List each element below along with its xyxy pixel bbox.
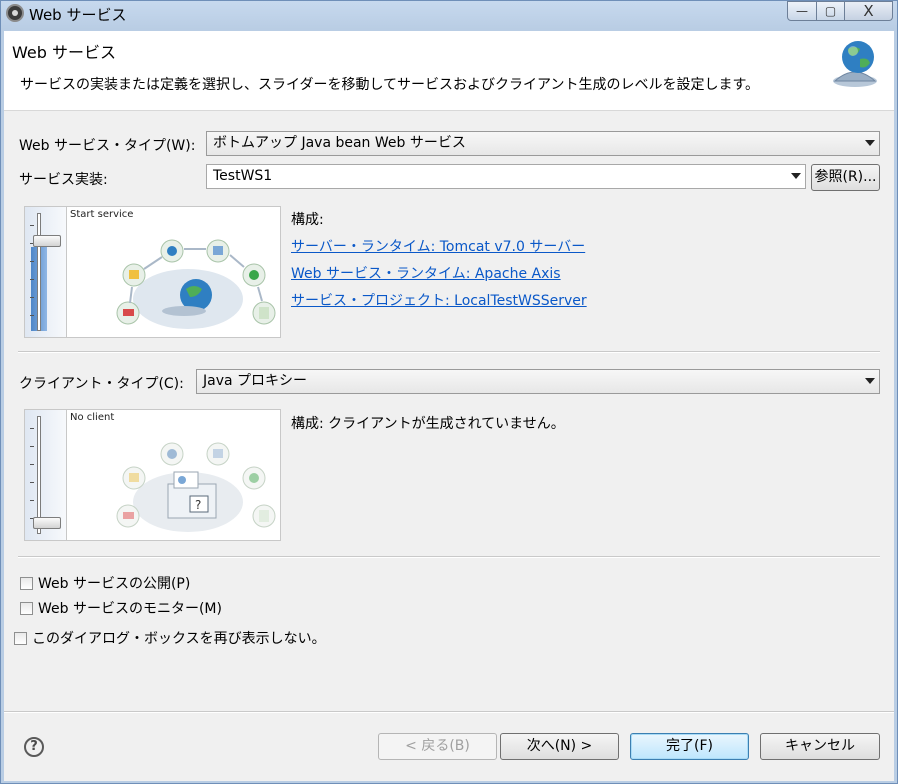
service-impl-value: TestWS1 — [213, 168, 273, 184]
tick — [30, 315, 34, 316]
publish-checkbox-label: Web サービスの公開(P) — [38, 576, 191, 592]
tick — [30, 225, 34, 226]
browse-button[interactable]: 参照(R)... — [811, 164, 880, 191]
tick — [30, 297, 34, 298]
tick — [30, 482, 34, 483]
slider-ticks — [30, 217, 34, 327]
dont-show-checkbox-label: このダイアログ・ボックスを再び表示しない。 — [32, 631, 326, 647]
title-bar[interactable]: Web サービス — ▢ X — [1, 1, 897, 27]
tick — [30, 279, 34, 280]
page-description: サービスの実装または定義を選択し、スライダーを移動してサービスおよびクライアント… — [20, 77, 760, 93]
service-type-value: ボトムアップ Java bean Web サービス — [213, 135, 466, 151]
footer-separator — [4, 711, 894, 713]
window-title: Web サービス — [29, 6, 127, 24]
service-level-preview: Start service — [24, 206, 281, 338]
tick — [30, 500, 34, 501]
server-runtime-link[interactable]: サーバー・ランタイム: Tomcat v7.0 サーバー — [291, 236, 585, 256]
minimize-button[interactable]: — — [787, 1, 817, 21]
client-type-label: クライアント・タイプ(C): — [19, 376, 184, 392]
help-icon[interactable]: ? — [24, 737, 44, 757]
chevron-down-icon — [865, 140, 875, 146]
dialog-window: Web サービス — ▢ X Web サービス サービスの実装または定義を選択し… — [0, 0, 898, 784]
service-type-select[interactable]: ボトムアップ Java bean Web サービス — [206, 131, 880, 156]
tick — [30, 428, 34, 429]
slider-rail — [37, 213, 41, 331]
tick — [30, 464, 34, 465]
chevron-down-icon — [791, 173, 801, 179]
client-type-select[interactable]: Java プロキシー — [196, 369, 880, 394]
service-config-heading: 構成: — [291, 212, 324, 228]
chevron-down-icon — [865, 378, 875, 384]
client-config-text: 構成: クライアントが生成されていません。 — [291, 416, 565, 432]
client-level-preview: No client ? — [24, 409, 281, 541]
checkbox-box[interactable] — [20, 601, 33, 615]
ws-runtime-link[interactable]: Web サービス・ランタイム: Apache Axis — [291, 263, 561, 283]
service-type-label: Web サービス・タイプ(W): — [19, 138, 196, 154]
client-type-value: Java プロキシー — [203, 373, 308, 389]
back-button[interactable]: < 戻る(B) — [378, 733, 497, 760]
dialog-body: Web サービス サービスの実装または定義を選択し、スライダーを移動してサービス… — [4, 31, 894, 781]
monitor-checkbox-label: Web サービスのモニター(M) — [38, 601, 222, 617]
dont-show-checkbox[interactable]: このダイアログ・ボックスを再び表示しない。 — [14, 628, 326, 648]
slider-thumb[interactable] — [33, 235, 61, 247]
publish-checkbox[interactable]: Web サービスの公開(P) — [20, 573, 190, 593]
service-impl-label: サービス実装: — [19, 172, 108, 188]
svg-text:?: ? — [195, 498, 201, 512]
client-lifecycle-diagram: ? — [116, 442, 276, 532]
finish-button[interactable]: 完了(F) — [630, 733, 749, 760]
slider-ticks — [30, 420, 34, 530]
checkbox-box[interactable] — [20, 576, 33, 590]
close-button[interactable]: X — [845, 1, 893, 21]
wizard-header: Web サービス サービスの実装または定義を選択し、スライダーを移動してサービス… — [4, 31, 894, 111]
monitor-checkbox[interactable]: Web サービスのモニター(M) — [20, 598, 222, 618]
client-slider[interactable] — [25, 410, 67, 540]
eclipse-icon — [6, 4, 24, 22]
separator — [18, 556, 880, 558]
next-button[interactable]: 次へ(N) > — [500, 733, 619, 760]
service-slider-caption: Start service — [70, 209, 134, 220]
service-lifecycle-diagram — [116, 239, 276, 329]
client-slider-caption: No client — [70, 412, 115, 423]
cancel-button[interactable]: キャンセル — [760, 733, 880, 760]
checkbox-box[interactable] — [14, 631, 27, 645]
tick — [30, 446, 34, 447]
separator — [18, 351, 880, 353]
slider-thumb[interactable] — [33, 517, 61, 529]
service-slider[interactable] — [25, 207, 67, 337]
service-impl-combo[interactable]: TestWS1 — [206, 164, 806, 189]
tick — [30, 261, 34, 262]
maximize-button[interactable]: ▢ — [817, 1, 845, 21]
service-project-link[interactable]: サービス・プロジェクト: LocalTestWSServer — [291, 290, 587, 310]
page-title: Web サービス — [12, 43, 116, 62]
window-controls: — ▢ X — [787, 1, 893, 21]
web-service-globe-icon — [833, 41, 877, 87]
